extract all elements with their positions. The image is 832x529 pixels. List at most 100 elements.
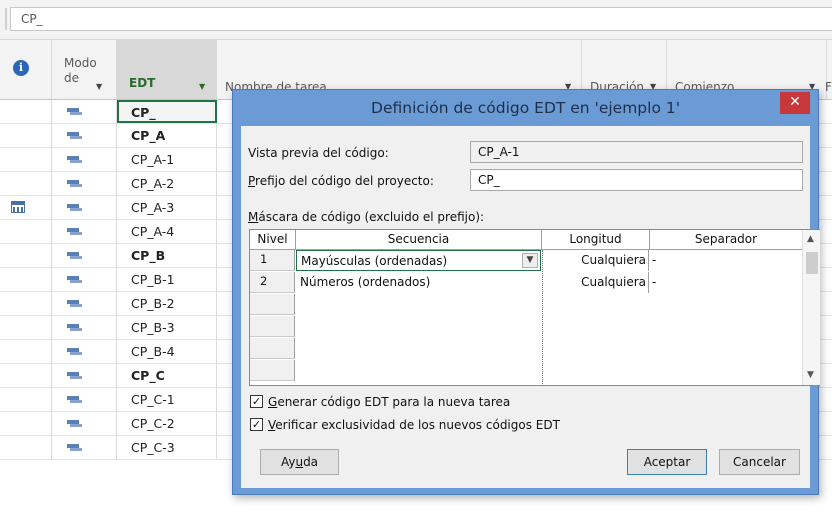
indicator-cell [0, 340, 52, 363]
length-cell[interactable]: Cualquiera [542, 250, 649, 271]
code-mask-table[interactable]: Nivel Secuencia Longitud Separador 1 Mayú… [249, 229, 820, 386]
indicator-cell [0, 100, 52, 123]
mask-row[interactable] [250, 316, 802, 337]
task-mode-cell[interactable] [52, 340, 117, 363]
sequence-value: Números (ordenados) [300, 275, 431, 289]
edt-cell[interactable]: CP_B-2 [117, 292, 217, 315]
filter-arrow-icon[interactable]: ▼ [199, 82, 205, 91]
auto-schedule-icon [67, 108, 83, 117]
generate-code-label: Generar código EDT para la nueva tarea [268, 395, 511, 409]
mask-scrollbar[interactable]: ▲ ▼ [802, 230, 820, 385]
edt-cell[interactable]: CP_B-1 [117, 268, 217, 291]
edt-cell[interactable]: CP_B-4 [117, 340, 217, 363]
entry-field[interactable]: CP_ [5, 7, 832, 31]
prefix-input[interactable]: CP_ [470, 169, 803, 191]
mask-row[interactable] [250, 294, 802, 315]
task-mode-cell[interactable] [52, 220, 117, 243]
scroll-up-icon[interactable]: ▲ [807, 234, 814, 244]
indicator-cell [0, 292, 52, 315]
task-mode-cell[interactable] [52, 436, 117, 459]
mask-row[interactable] [250, 338, 802, 359]
chevron-down-icon[interactable]: ▼ [96, 82, 102, 91]
sequence-cell[interactable]: Mayúsculas (ordenadas) ▼ [296, 250, 541, 271]
col-separador: Separador [694, 232, 758, 246]
info-icon: i [13, 60, 29, 76]
auto-schedule-icon [67, 156, 83, 165]
level-cell [250, 294, 295, 315]
cancel-button[interactable]: Cancelar [719, 449, 800, 475]
edt-cell[interactable]: CP_A-1 [117, 148, 217, 171]
auto-schedule-icon [67, 204, 83, 213]
generate-code-checkbox[interactable]: ✓ [250, 395, 263, 408]
task-mode-cell[interactable] [52, 292, 117, 315]
length-cell[interactable]: Cualquiera [542, 272, 649, 293]
indicators-header[interactable]: i [0, 40, 52, 100]
verify-unique-label: Verificar exclusividad de los nuevos cód… [268, 418, 560, 432]
dialog-title: Definición de código EDT en 'ejemplo 1' [371, 99, 680, 117]
edt-cell[interactable]: CP_ [117, 100, 217, 123]
edt-cell[interactable]: CP_C [117, 364, 217, 387]
indicator-cell [0, 220, 52, 243]
help-button[interactable]: Ayuda [260, 449, 339, 475]
prefix-label: Prefijo del código del proyecto: [248, 174, 434, 188]
task-mode-cell[interactable] [52, 268, 117, 291]
scroll-down-icon[interactable]: ▼ [807, 370, 814, 380]
auto-schedule-icon [67, 252, 83, 261]
indicator-cell [0, 196, 52, 219]
next-column-label: F [825, 80, 832, 94]
edt-cell[interactable]: CP_B-3 [117, 316, 217, 339]
task-mode-cell[interactable] [52, 124, 117, 147]
task-mode-cell[interactable] [52, 244, 117, 267]
separator-cell[interactable]: - [650, 272, 800, 293]
auto-schedule-icon [67, 372, 83, 381]
edt-cell[interactable]: CP_A-3 [117, 196, 217, 219]
chevron-down-icon[interactable]: ▼ [522, 253, 538, 268]
edt-cell[interactable]: CP_A-2 [117, 172, 217, 195]
task-mode-cell[interactable] [52, 388, 117, 411]
edt-cell[interactable]: CP_C-1 [117, 388, 217, 411]
mode-header-line2: de [64, 71, 79, 85]
mask-label: Máscara de código (excluido el prefijo): [248, 210, 485, 224]
task-mode-cell[interactable] [52, 172, 117, 195]
task-mode-cell[interactable] [52, 100, 117, 123]
indicator-cell [0, 388, 52, 411]
code-preview-field: CP_A-1 [470, 141, 803, 163]
separator-cell[interactable]: - [650, 250, 800, 271]
entry-bar: CP_ [0, 0, 832, 40]
edt-cell[interactable]: CP_B [117, 244, 217, 267]
mask-row[interactable] [250, 360, 802, 381]
auto-schedule-icon [67, 180, 83, 189]
auto-schedule-icon [67, 396, 83, 405]
edt-cell[interactable]: CP_A [117, 124, 217, 147]
mask-row[interactable]: 2 Números (ordenados) Cualquiera - [250, 272, 802, 293]
auto-schedule-icon [67, 324, 83, 333]
edt-cell[interactable]: CP_A-4 [117, 220, 217, 243]
edt-header[interactable]: EDT ▼ [117, 40, 217, 100]
task-mode-cell[interactable] [52, 364, 117, 387]
close-button[interactable]: ✕ [780, 92, 810, 114]
next-column-header[interactable]: F [825, 40, 832, 100]
mask-row[interactable]: 1 Mayúsculas (ordenadas) ▼ Cualquiera - [250, 250, 802, 271]
scroll-thumb[interactable] [806, 252, 818, 274]
task-mode-cell[interactable] [52, 412, 117, 435]
task-mode-cell[interactable] [52, 316, 117, 339]
sequence-value: Mayúsculas (ordenadas) [301, 254, 448, 268]
edt-cell[interactable]: CP_C-3 [117, 436, 217, 459]
auto-schedule-icon [67, 276, 83, 285]
mode-header-line1: Modo [64, 56, 97, 70]
accept-button[interactable]: Aceptar [627, 449, 707, 475]
calendar-icon [11, 201, 25, 213]
auto-schedule-icon [67, 132, 83, 141]
auto-schedule-icon [67, 300, 83, 309]
verify-unique-checkbox[interactable]: ✓ [250, 418, 263, 431]
auto-schedule-icon [67, 444, 83, 453]
edt-cell[interactable]: CP_C-2 [117, 412, 217, 435]
task-mode-cell[interactable] [52, 196, 117, 219]
level-cell: 2 [250, 272, 295, 293]
indicator-cell [0, 148, 52, 171]
task-mode-cell[interactable] [52, 148, 117, 171]
sequence-cell[interactable]: Números (ordenados) [296, 272, 541, 293]
level-cell [250, 338, 295, 359]
level-cell: 1 [250, 250, 295, 271]
mode-header[interactable]: Modo de ▼ [52, 40, 117, 100]
